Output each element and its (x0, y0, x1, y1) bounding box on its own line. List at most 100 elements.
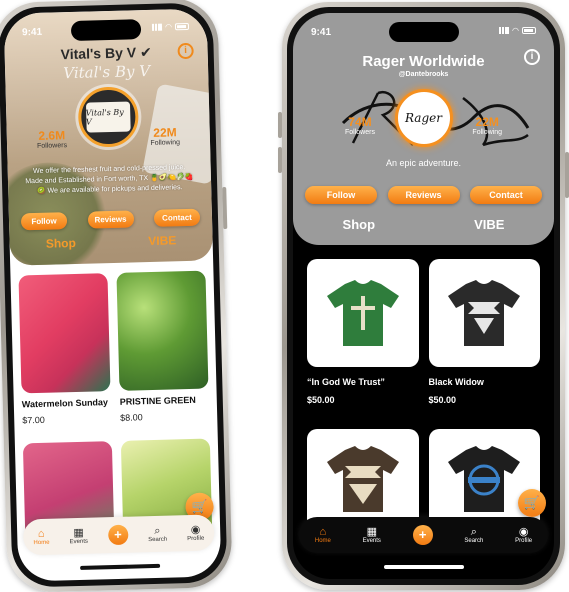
dynamic-island (70, 19, 141, 42)
battery-icon (174, 22, 190, 31)
bottom-nav: ⌂ Home ▦ Events + ⌕ Search ◉ Profile (299, 517, 548, 553)
wifi-icon: ◠ (164, 22, 173, 32)
nav-profile-label: Profile (515, 538, 533, 544)
store-avatar[interactable]: Rager (394, 89, 453, 147)
product-card[interactable]: Black Widow $50.00 (428, 259, 540, 405)
nav-home-label: Home (314, 538, 331, 544)
following-count: 22M (475, 115, 499, 129)
following-label: Following (472, 129, 502, 136)
profile-icon: ◉ (518, 526, 529, 538)
home-indicator[interactable] (79, 563, 160, 570)
followers-stat[interactable]: 2.6M Followers (37, 128, 67, 150)
store-title: Rager Worldwide (362, 53, 485, 70)
home-indicator[interactable] (383, 565, 464, 569)
battery-icon (522, 27, 536, 34)
volume-up-button (278, 112, 282, 138)
product-image[interactable] (18, 273, 111, 394)
cart-button[interactable]: 🛒 (518, 489, 546, 517)
home-icon: ⌂ (319, 526, 327, 538)
phone-bezel: 9:41 ◠ Vital's By V ✔ i Vital's By V Vit… (0, 2, 228, 588)
profile-header: Rager Worldwide @Dantebrooks i Rager 74M… (293, 13, 554, 245)
tab-vibe[interactable]: VIBE (474, 217, 504, 232)
product-image[interactable] (307, 259, 419, 367)
product-card[interactable]: Watermelon Sunday $7.00 (18, 273, 111, 425)
store-logo: Vital's By V (85, 101, 131, 133)
nav-home-label: Home (33, 539, 50, 547)
rager-screen: 9:41 ◠ Rager Worldwide @Dantebrooks i Ra… (293, 13, 554, 579)
vitals-screen: 9:41 ◠ Vital's By V ✔ i Vital's By V Vit… (3, 8, 222, 582)
store-tagline: An epic adventure. (385, 158, 462, 168)
tab-vibe[interactable]: VIBE (148, 233, 176, 248)
volume-down-button (278, 147, 282, 173)
nav-events[interactable]: ▦ Events (69, 527, 88, 545)
product-image[interactable] (307, 429, 419, 529)
info-icon[interactable]: i (524, 49, 540, 65)
brand-wordmark: Vital's By V (63, 61, 151, 83)
nav-profile[interactable]: ◉ Profile (515, 526, 532, 544)
product-card[interactable] (307, 429, 419, 529)
tshirt-icon (444, 278, 524, 348)
reviews-button[interactable]: Reviews (87, 210, 134, 229)
product-name: Black Widow (428, 377, 484, 387)
contact-button[interactable]: Contact (470, 186, 542, 204)
following-count: 22M (153, 125, 177, 140)
nav-profile-label: Profile (187, 535, 205, 543)
followers-count: 2.6M (38, 128, 66, 143)
followers-stat[interactable]: 74M Followers (345, 115, 375, 136)
nav-events-label: Events (69, 538, 89, 546)
nav-search[interactable]: ⌕ Search (148, 525, 167, 543)
cart-icon: 🛒 (191, 498, 208, 515)
signal-icon (151, 23, 163, 31)
status-icons: ◠ (151, 22, 190, 32)
product-name: PRISTINE GREEN (119, 394, 196, 407)
product-grid: Watermelon Sunday $7.00 PRISTINE GREEN $… (18, 270, 209, 425)
tshirt-icon (444, 444, 524, 514)
following-stat[interactable]: 22M Following (150, 125, 180, 147)
nav-home[interactable]: ⌂ Home (315, 526, 331, 544)
profile-icon: ◉ (190, 523, 201, 537)
wifi-icon: ◠ (512, 26, 519, 35)
status-icons: ◠ (499, 26, 536, 35)
product-image[interactable] (428, 259, 540, 367)
following-label: Following (150, 139, 181, 147)
tshirt-icon (323, 444, 403, 514)
following-stat[interactable]: 22M Following (472, 115, 502, 136)
nav-profile[interactable]: ◉ Profile (187, 524, 204, 542)
nav-search[interactable]: ⌕ Search (464, 526, 483, 544)
follow-button[interactable]: Follow (20, 212, 68, 231)
tshirt-icon (323, 278, 403, 348)
reviews-button[interactable]: Reviews (387, 186, 460, 204)
add-button[interactable]: + (107, 524, 129, 546)
product-price: $7.00 (22, 414, 45, 426)
followers-label: Followers (36, 142, 68, 150)
store-description: We offer the freshest fruit and cold-pre… (25, 164, 194, 195)
store-handle: @Dantebrooks (398, 71, 449, 78)
dynamic-island (388, 22, 459, 42)
status-time: 9:41 (21, 26, 43, 39)
product-card[interactable]: PRISTINE GREEN $8.00 (116, 270, 209, 423)
product-card[interactable]: “In God We Trust” $50.00 (307, 259, 419, 405)
followers-label: Followers (345, 129, 375, 136)
profile-header: Vital's By V ✔ i Vital's By V Vital's By… (3, 8, 214, 266)
store-avatar[interactable]: Vital's By V (77, 86, 139, 148)
product-image[interactable] (116, 270, 209, 391)
nav-home[interactable]: ⌂ Home (33, 528, 49, 546)
phone-frame-vitals: 9:41 ◠ Vital's By V ✔ i Vital's By V Vit… (0, 0, 233, 592)
tab-shop[interactable]: Shop (343, 217, 376, 232)
signal-icon (499, 27, 510, 34)
nav-search-label: Search (148, 536, 168, 544)
nav-events-label: Events (362, 538, 381, 544)
home-icon: ⌂ (37, 527, 45, 541)
power-button (565, 152, 569, 198)
status-time: 9:41 (311, 27, 332, 38)
contact-button[interactable]: Contact (153, 208, 201, 227)
nav-events[interactable]: ▦ Events (363, 526, 381, 544)
phone-frame-rager: 9:41 ◠ Rager Worldwide @Dantebrooks i Ra… (278, 2, 569, 590)
tab-shop[interactable]: Shop (46, 236, 76, 251)
follow-button[interactable]: Follow (305, 186, 377, 204)
search-icon: ⌕ (470, 526, 477, 538)
grid-icon: ▦ (366, 526, 377, 538)
followers-count: 74M (348, 115, 372, 129)
add-button[interactable]: + (412, 525, 433, 545)
section-tabs: Shop VIBE (9, 232, 212, 251)
